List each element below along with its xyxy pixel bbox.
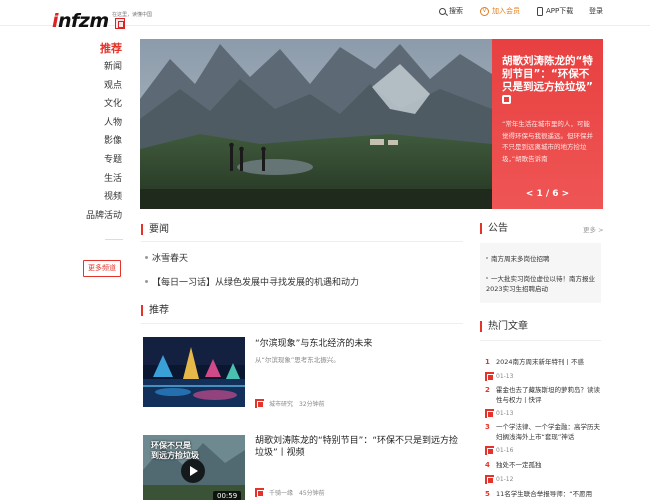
- nav-item-opinion[interactable]: 观点: [78, 77, 130, 96]
- hot-divider: [480, 340, 601, 341]
- card-meta: 千骑一缘 45分钟前: [255, 488, 325, 497]
- hot-title[interactable]: 霍金也去了藏族斯坦的萝莉岛？读读性与权力丨快评: [496, 386, 601, 405]
- vip-label: 加入会员: [492, 7, 520, 15]
- video-thumbnail[interactable]: 环保不只是 到远方捡垃圾 00:59: [143, 435, 245, 500]
- login-label: 登录: [589, 7, 603, 15]
- vip-link[interactable]: V 加入会员: [480, 6, 520, 16]
- recommend-section-heading: 推荐: [141, 305, 169, 316]
- hot-rank: 3: [485, 423, 490, 431]
- nav-item-recommend[interactable]: 推荐: [78, 40, 130, 58]
- search-icon: [439, 7, 446, 15]
- nav-divider: [105, 239, 123, 241]
- card-title[interactable]: “尔滨现象”与东北经济的未来: [255, 338, 465, 350]
- logo-text-rest: nfzm: [58, 10, 109, 32]
- channel-nav: 推荐 新闻 观点 文化 人物 影像 专题 生活 视频 品牌活动: [78, 40, 130, 241]
- announcement-more-link[interactable]: 更多 >: [583, 224, 604, 234]
- announcement-title: 一大批实习岗位虚位以待！南方报业2023实习生招聘启动: [486, 275, 595, 293]
- news-item-title: 【每日一习话】从绿色发展中寻找发展的机遇和动力: [152, 278, 360, 288]
- hero-title[interactable]: 胡歌刘涛陈龙的“特别节目”：“环保不只是到远方捡垃圾”: [502, 55, 594, 107]
- login-link[interactable]: 登录: [589, 6, 603, 16]
- video-caption: 环保不只是 到远方捡垃圾: [151, 441, 199, 460]
- card-time: 45分钟前: [299, 490, 325, 497]
- hero-mountain-photo[interactable]: [140, 39, 492, 209]
- infzm-seal-icon: [502, 95, 511, 104]
- hot-date: 01-13: [496, 373, 514, 380]
- search-label: 搜索: [449, 7, 463, 15]
- logo-seal-icon: [115, 18, 125, 29]
- card-time: 32分钟前: [299, 401, 325, 408]
- announcement-heading: 公告: [480, 223, 508, 234]
- news-item-title: 冰雪春天: [152, 254, 189, 264]
- card-meta: 城市研究 32分钟前: [255, 399, 325, 408]
- news-item[interactable]: 冰雪春天: [145, 251, 188, 264]
- more-channels-button[interactable]: 更多频道: [83, 260, 121, 277]
- nav-item-culture[interactable]: 文化: [78, 95, 130, 114]
- search-link[interactable]: 搜索: [439, 6, 463, 16]
- hot-title[interactable]: 独处不一定孤独: [496, 461, 601, 471]
- author-seal-icon: [485, 446, 494, 455]
- author-seal-icon: [255, 399, 264, 408]
- announcement-title: 南方周末多岗位招聘: [491, 255, 550, 263]
- recommend-divider: [141, 323, 463, 324]
- hot-articles-heading: 热门文章: [480, 321, 528, 332]
- hot-date: 01-13: [496, 410, 514, 417]
- carousel-pager[interactable]: < 1 / 6 >: [492, 189, 603, 199]
- hero-text-panel[interactable]: 胡歌刘涛陈龙的“特别节目”：“环保不只是到远方捡垃圾” “常年生活在城市里的人，…: [492, 39, 603, 209]
- bullet-icon: [486, 277, 488, 279]
- nav-item-news[interactable]: 新闻: [78, 58, 130, 77]
- hero-carousel[interactable]: 胡歌刘涛陈龙的“特别节目”：“环保不只是到远方捡垃圾” “常年生活在城市里的人，…: [140, 39, 603, 209]
- card-author[interactable]: 千骑一缘: [269, 488, 293, 497]
- hot-title[interactable]: 2024南方周末新年特刊丨不惑: [496, 358, 601, 368]
- hot-date: 01-16: [496, 447, 514, 454]
- announcement-item[interactable]: 一大批实习岗位虚位以待！南方报业2023实习生招聘启动: [486, 275, 598, 294]
- bullet-icon: [145, 280, 148, 283]
- card-author[interactable]: 城市研究: [269, 399, 293, 408]
- author-seal-icon: [255, 488, 264, 497]
- logo-text: infzm: [52, 10, 109, 32]
- news-divider: [141, 241, 463, 242]
- nav-item-images[interactable]: 影像: [78, 132, 130, 151]
- logo-slogan: 在这里，读懂中国: [112, 12, 153, 18]
- app-download-label: APP下载: [546, 7, 574, 15]
- nav-item-topics[interactable]: 专题: [78, 151, 130, 170]
- hot-rank: 1: [485, 358, 490, 366]
- top-header: infzm 在这里，读懂中国 搜索 V 加入会员 APP下载 登录: [0, 0, 650, 32]
- card-subtitle: 从“尔滨现象”思考东北振兴。: [255, 356, 340, 364]
- author-seal-icon: [485, 372, 494, 381]
- news-item[interactable]: 【每日一习话】从绿色发展中寻找发展的机遇和动力: [145, 275, 359, 288]
- hero-description: “常年生活在城市里的人，可能觉得环保与我很遥远。但环保并不只是到远离城市的地方捡…: [502, 120, 593, 163]
- hot-title[interactable]: 11名学生联合举报导师：“不愿用: [496, 490, 601, 500]
- bullet-icon: [145, 256, 148, 259]
- bullet-icon: [486, 257, 488, 259]
- nav-item-people[interactable]: 人物: [78, 114, 130, 133]
- hero-title-text: 胡歌刘涛陈龙的“特别节目”：“环保不只是到远方捡垃圾”: [502, 55, 593, 93]
- nav-item-video[interactable]: 视频: [78, 188, 130, 207]
- news-section-heading: 要闻: [141, 224, 169, 235]
- harbin-ice-photo[interactable]: [143, 337, 245, 407]
- nav-item-life[interactable]: 生活: [78, 170, 130, 189]
- author-seal-icon: [485, 409, 494, 418]
- hot-date: 01-12: [496, 476, 514, 483]
- video-duration: 00:59: [213, 491, 242, 500]
- hot-rank: 4: [485, 461, 490, 469]
- hot-rank: 5: [485, 490, 490, 498]
- app-download-link[interactable]: APP下载: [537, 6, 573, 16]
- hot-title[interactable]: 一个学法律、一个学金融：高学历夫妇搁浅海外上市“套现”神话: [496, 423, 601, 442]
- phone-icon: [537, 6, 543, 16]
- play-icon[interactable]: [181, 459, 205, 483]
- vip-icon: V: [480, 6, 489, 16]
- announcement-item[interactable]: 南方周末多岗位招聘: [486, 255, 598, 265]
- author-seal-icon: [485, 475, 494, 484]
- announcement-box: [480, 243, 601, 303]
- card-title[interactable]: 胡歌刘涛陈龙的“特别节目”：“环保不只是到远方捡垃圾”丨视频: [255, 435, 465, 459]
- hot-rank: 2: [485, 386, 490, 394]
- nav-item-brand-events[interactable]: 品牌活动: [78, 207, 130, 226]
